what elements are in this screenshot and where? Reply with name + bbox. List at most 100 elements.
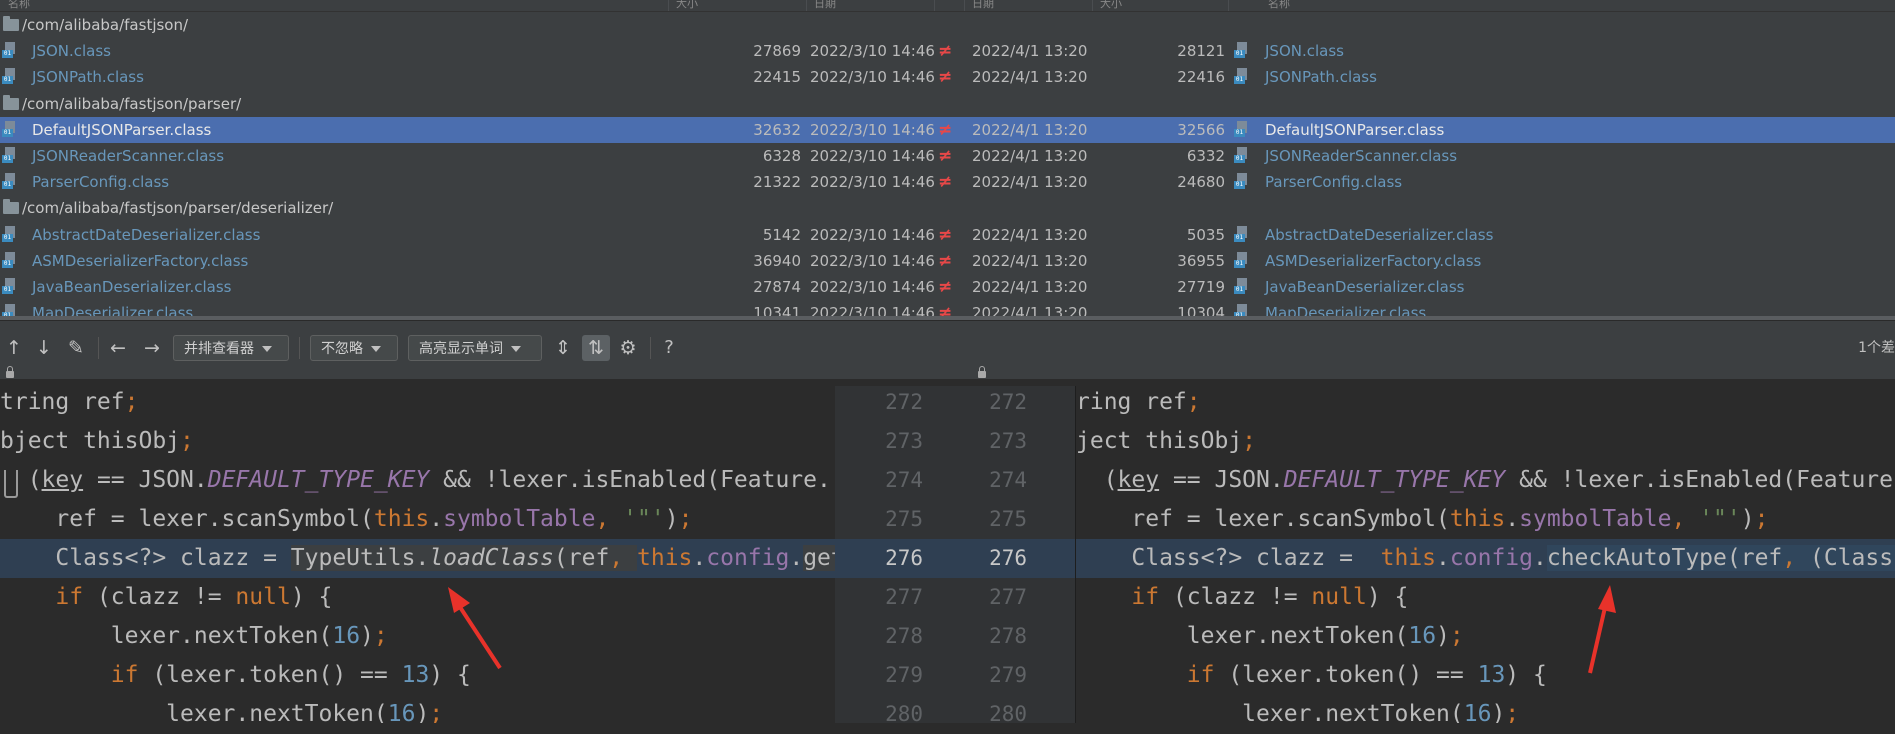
- column-size-left[interactable]: 大小: [676, 0, 698, 11]
- code-token: this: [1449, 506, 1506, 532]
- gear-icon[interactable]: ⚙: [615, 335, 641, 361]
- right-code-line[interactable]: if (lexer.token() == 13) {: [1076, 656, 1895, 695]
- right-code-line[interactable]: ref = lexer.scanSymbol(this.symbolTable,…: [1076, 500, 1895, 539]
- viewer-mode-label: 并排查看器: [184, 341, 254, 357]
- left-code-line[interactable]: ref = lexer.scanSymbol(this.symbolTable,…: [0, 500, 835, 539]
- code-token: 13: [1477, 662, 1506, 688]
- left-file-size: 27869: [753, 42, 801, 61]
- class-badge: 01: [2, 50, 13, 59]
- file-row[interactable]: 01 DefaultJSONParser.class 32632 2022/3/10 …: [0, 116, 1895, 143]
- right-code-pane[interactable]: ring ref; ject thisObj; (key == JSON.DEFA…: [1076, 386, 1895, 723]
- right-code-line[interactable]: if (clazz != null) {: [1076, 578, 1895, 617]
- synchronize-scrolling-icon[interactable]: ⇅: [582, 335, 610, 361]
- highlight-mode-label: 高亮显示单词: [419, 341, 503, 357]
- right-file-size: 6332: [1186, 147, 1225, 165]
- code-token: symbolTable: [443, 506, 596, 532]
- column-date-right[interactable]: 日期: [972, 0, 994, 11]
- code-token: this: [637, 545, 693, 571]
- left-line-number: 272: [885, 390, 923, 414]
- folder-path: /com/alibaba/fastjson/parser/: [22, 94, 242, 113]
- code-token: .: [429, 506, 444, 532]
- left-code-pane[interactable]: tring ref; bject thisObj; (key == JSON.DE…: [0, 386, 835, 723]
- column-name-left[interactable]: 名称: [8, 0, 30, 11]
- file-row[interactable]: 01 JSONPath.class 22415 2022/3/10 14:46 ≠ 202…: [0, 64, 1895, 90]
- code-token: Class<?> clazz =: [1076, 545, 1367, 571]
- code-token: (lexer.token() ==: [138, 662, 402, 688]
- left-file-size: 36940: [753, 251, 801, 270]
- code-token: (Class): [1809, 545, 1895, 571]
- file-row[interactable]: 01 JavaBeanDeserializer.class 27874 2022/3/…: [0, 274, 1895, 300]
- left-code-line[interactable]: if (clazz != null) {: [0, 578, 835, 617]
- class-badge: 01: [1234, 181, 1245, 190]
- right-code-line[interactable]: (key == JSON.DEFAULT_TYPE_KEY && !lexer.…: [1076, 461, 1895, 500]
- file-row[interactable]: 01 JSON.class 27869 2022/3/10 14:46 ≠ 2022/4/…: [0, 38, 1895, 64]
- class-badge: 01: [2, 181, 13, 190]
- left-file-date: 2022/3/10 14:46: [810, 173, 935, 192]
- left-code-line[interactable]: lexer.nextToken(16);: [0, 695, 835, 723]
- next-difference-icon[interactable]: ↓: [32, 335, 56, 361]
- viewer-mode-dropdown[interactable]: 并排查看器: [173, 335, 289, 361]
- help-icon[interactable]: ?: [656, 335, 682, 361]
- not-equal-icon: ≠: [938, 119, 953, 140]
- highlight-mode-dropdown[interactable]: 高亮显示单词: [408, 335, 542, 361]
- class-badge: 01: [2, 128, 13, 137]
- code-token: ): [1740, 506, 1755, 532]
- folder-row[interactable]: /com/alibaba/fastjson/parser/deserialize…: [0, 195, 1895, 221]
- right-code-line[interactable]: lexer.nextToken(16);: [1076, 695, 1895, 723]
- file-row[interactable]: 01 ASMDeserializerFactory.class 36940 2022/…: [0, 248, 1895, 274]
- gutter-line: [835, 656, 1075, 695]
- code-token: ,: [609, 545, 637, 571]
- class-badge: 01: [2, 286, 13, 294]
- edit-source-icon[interactable]: ✎: [64, 335, 88, 361]
- left-file-name: JSONPath.class: [32, 68, 144, 87]
- previous-difference-icon[interactable]: ↑: [2, 335, 26, 361]
- ignore-whitespace-dropdown[interactable]: 不忽略: [310, 335, 398, 361]
- left-code-line[interactable]: lexer.nextToken(16);: [0, 617, 835, 656]
- file-row[interactable]: 01 AbstractDateDeserializer.class 5142 2022…: [0, 222, 1895, 248]
- left-code-line[interactable]: tring ref;: [0, 386, 835, 422]
- left-line-number: 279: [885, 663, 923, 687]
- forward-arrow-icon[interactable]: →: [140, 335, 164, 361]
- column-size-right[interactable]: 大小: [1100, 0, 1122, 11]
- right-code-line[interactable]: ring ref;: [1076, 386, 1895, 422]
- column-name-right[interactable]: 名称: [1268, 0, 1290, 11]
- left-code-line[interactable]: bject thisObj;: [0, 422, 835, 461]
- file-row[interactable]: 01 ParserConfig.class 21322 2022/3/10 14:46…: [0, 169, 1895, 195]
- code-token: if: [1131, 584, 1160, 610]
- back-arrow-icon[interactable]: ←: [106, 335, 130, 361]
- folder-row[interactable]: /com/alibaba/fastjson/parser/: [0, 91, 1895, 117]
- right-code-line[interactable]: lexer.nextToken(16);: [1076, 617, 1895, 656]
- code-token: ;: [429, 701, 444, 723]
- code-token: ): [415, 701, 430, 723]
- left-line-number: 276: [885, 546, 923, 570]
- folder-path: /com/alibaba/fastjson/: [22, 16, 189, 34]
- left-code-line[interactable]: (key == JSON.DEFAULT_TYPE_KEY && !lexer.…: [0, 461, 835, 500]
- not-equal-icon: ≠: [938, 41, 953, 62]
- lock-icon-right: [978, 366, 986, 378]
- left-code-line[interactable]: Class<?> clazz = TypeUtils.loadClass(ref…: [0, 539, 835, 578]
- left-file-date: 2022/3/10 14:46: [810, 68, 935, 87]
- column-date-left[interactable]: 日期: [814, 0, 836, 11]
- code-token: .: [1533, 545, 1547, 571]
- class-badge: 01: [1234, 259, 1245, 268]
- diff-toolbar: ↑ ↓ ✎ ← → 并排查看器 不忽略 高亮显示单词 ⇕ ⇅ ⚙ ? 1个差: [0, 320, 1895, 379]
- right-code-line[interactable]: Class<?> clazz = this.config.checkAutoTy…: [1076, 539, 1895, 578]
- folder-icon: [3, 94, 19, 110]
- folder-path: /com/alibaba/fastjson/parser/deserialize…: [22, 199, 334, 218]
- right-file-date: 2022/4/1 13:20: [972, 278, 1088, 296]
- file-row[interactable]: 01 JSONReaderScanner.class 6328 2022/3/10 1…: [0, 143, 1895, 169]
- code-token: key: [1117, 467, 1160, 493]
- chevron-down-icon: [262, 346, 272, 352]
- fold-marker-icon[interactable]: [4, 470, 18, 498]
- gutter-line: [835, 617, 1075, 656]
- code-token: .: [789, 545, 804, 571]
- right-code-line[interactable]: ject thisObj;: [1076, 422, 1895, 461]
- collapse-unchanged-icon[interactable]: ⇕: [550, 335, 576, 361]
- left-code-line[interactable]: if (lexer.token() == 13) {: [0, 656, 835, 695]
- folder-row[interactable]: /com/alibaba/fastjson/: [0, 12, 1895, 38]
- left-file-size: 5142: [762, 225, 801, 244]
- code-token: DEFAULT_TYPE_KEY: [1283, 467, 1506, 493]
- class-badge: 01: [2, 233, 13, 242]
- code-token: 16: [1408, 623, 1437, 649]
- difference-count: 1个差: [1858, 340, 1895, 356]
